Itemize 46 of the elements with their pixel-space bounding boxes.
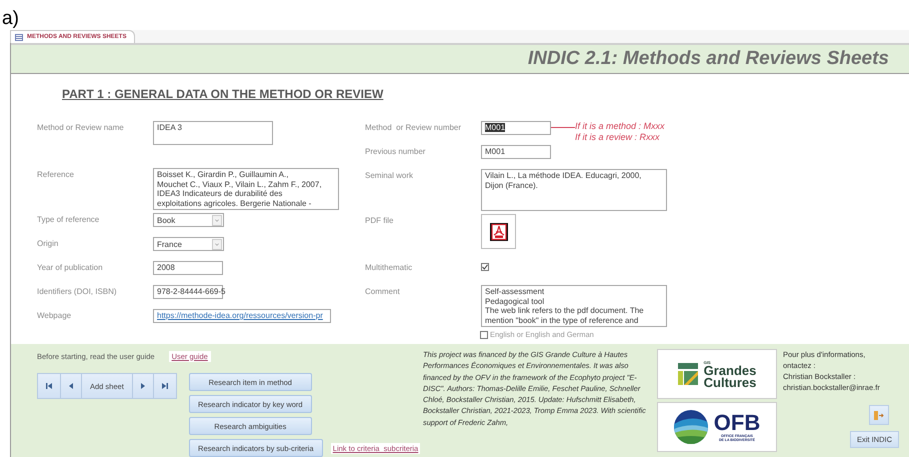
previous-icon	[69, 383, 73, 389]
text-area[interactable]: Vilain L., La méthode IDEA. Educagri, 2000, Dijon (France).	[481, 169, 667, 211]
section-heading: PART 1 : GENERAL DATA ON THE METHOD OR REVIEW	[62, 87, 384, 101]
checkbox[interactable]	[480, 330, 488, 338]
checkbox[interactable]	[481, 263, 489, 271]
text-area[interactable]: Self-assessment Pedagogical tool The web link refers to the pdf document. The mention "book" in the type of reference and	[481, 285, 667, 327]
input-field[interactable]: 978-2-84444-669-5	[153, 285, 223, 299]
dropdown-field[interactable]: France	[153, 237, 224, 251]
logo-text: Cultures	[704, 376, 756, 388]
field-label: Reference	[37, 169, 75, 179]
dropdown-field[interactable]: Book	[153, 213, 224, 227]
field-label: Previous number	[365, 146, 426, 156]
next-icon	[140, 383, 145, 389]
pdf-icon	[490, 222, 508, 240]
figure-label: a)	[2, 8, 19, 30]
text-area[interactable]: IDEA 3	[153, 121, 273, 145]
chevron-down-icon	[212, 238, 222, 250]
field-label: Webpage	[37, 310, 72, 320]
field-label: Origin	[37, 238, 60, 248]
first-record-icon	[46, 383, 52, 389]
field-label: Year of publication	[37, 262, 104, 272]
field-label: Identifiers (DOI, ISBN)	[37, 286, 118, 296]
leaf-mark-icon	[678, 363, 698, 385]
logo-text: Grandes	[704, 364, 756, 376]
field-label: Multithematic	[365, 262, 414, 272]
field-label: Seminal work	[365, 170, 414, 180]
input-field[interactable]: 2008	[153, 261, 223, 275]
field-label: Type of reference	[37, 214, 100, 224]
logo-text: OFB	[714, 412, 760, 434]
field-label: Method or Review number	[365, 122, 462, 132]
last-record-icon	[162, 383, 168, 389]
leader-line	[551, 127, 575, 128]
annotation-note: If it is a method : Mxxx If it is a review : Rxxx	[575, 121, 665, 143]
field-label: Comment	[365, 286, 401, 296]
field-label: Method or Review name	[37, 122, 125, 132]
exit-door-icon	[874, 410, 884, 420]
form-title: INDIC 2.1: Methods and Reviews Sheets	[528, 48, 889, 70]
url-field[interactable]: https://methode-idea.org/ressources/version-pr	[153, 309, 331, 323]
attachment-field[interactable]	[481, 214, 516, 249]
globe-mark-icon	[674, 410, 708, 444]
text-area[interactable]: Boisset K., Girardin P., Guillaumin A., Mouchet C., Viaux P., Vilain L., Zahm F., 2007, IDEA3 Indicateurs de durabilité des exploitations agricoles. Bergerie Nationale -	[153, 168, 339, 210]
field-label: PDF file	[365, 215, 394, 225]
input-field[interactable]: M001	[481, 121, 551, 135]
chevron-down-icon	[212, 214, 222, 226]
input-field[interactable]: M001	[481, 145, 551, 159]
form-icon	[15, 34, 23, 40]
